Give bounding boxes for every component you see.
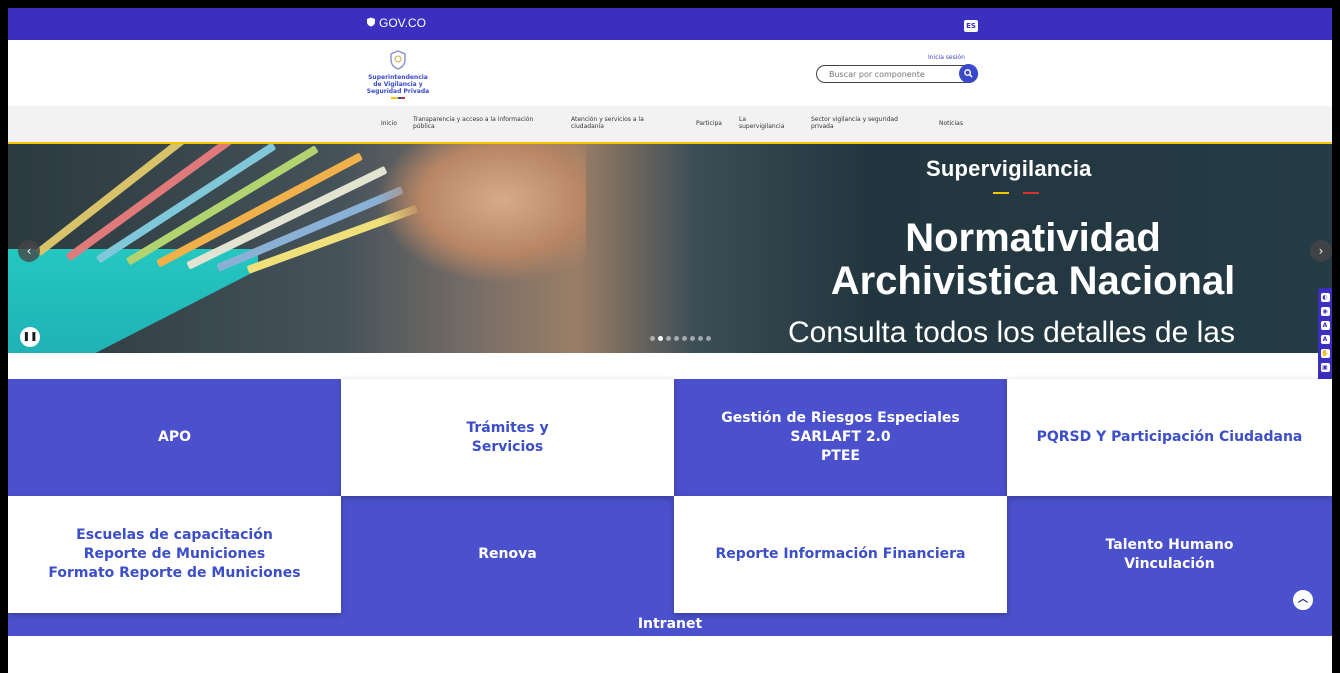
font-increase-icon[interactable]: A	[1320, 335, 1330, 344]
carousel-dot[interactable]	[706, 336, 711, 341]
carousel-prev-button[interactable]: ‹	[18, 240, 40, 262]
carousel-dot[interactable]	[666, 336, 671, 341]
hero-title: Normatividad Archivistica Nacional	[830, 216, 1236, 303]
grayscale-icon[interactable]: ◉	[1320, 307, 1330, 316]
carousel-pause-button[interactable]: ❚❚	[20, 327, 40, 347]
sign-language-icon[interactable]: ✋	[1320, 349, 1330, 358]
nav-item-supervigilancia[interactable]: La supervigilancia	[739, 116, 791, 130]
gov-co-bar: GOV.CO ES	[8, 8, 1332, 40]
gov-co-logo[interactable]: GOV.CO	[366, 16, 426, 30]
relevo-icon[interactable]: ▣	[1320, 363, 1330, 372]
carousel-dots	[650, 336, 711, 341]
hero-subtitle: Consulta todos los detalles de las	[788, 316, 1235, 349]
tile-escuelas[interactable]: Escuelas de capacitación Reporte de Munic…	[8, 496, 341, 613]
tile-tramites[interactable]: Trámites y Servicios	[341, 379, 674, 496]
font-decrease-icon[interactable]: A	[1320, 321, 1330, 330]
hero-carousel: Supervigilancia Normatividad Archivistic…	[8, 144, 1332, 353]
hero-brand: Supervigilancia	[926, 156, 1092, 181]
search-box	[816, 64, 978, 83]
chevron-up-icon: ︿	[1298, 594, 1308, 605]
main-nav: Inicio Transparencia y acceso a la infor…	[8, 106, 1332, 144]
carousel-dot[interactable]	[682, 336, 687, 341]
login-link[interactable]: Inicia sesión	[928, 54, 965, 61]
tile-renova[interactable]: Renova	[341, 496, 674, 613]
carousel-dot[interactable]	[690, 336, 695, 341]
nav-item-participa[interactable]: Participa	[696, 120, 730, 127]
carousel-next-button[interactable]: ›	[1310, 240, 1332, 262]
browser-page: GOV.CO ES Superintendencia de Vigilancia…	[8, 8, 1332, 673]
carousel-dot[interactable]	[650, 336, 655, 341]
tile-reporte-financiera[interactable]: Reporte Información Financiera	[674, 496, 1007, 613]
entity-logo[interactable]: Superintendencia de Vigilancia y Segurid…	[363, 50, 433, 99]
scroll-top-button[interactable]: ︿	[1291, 588, 1315, 612]
nav-item-inicio[interactable]: Inicio	[381, 120, 401, 127]
contrast-icon[interactable]: ◐	[1320, 293, 1330, 302]
pause-icon: ❚❚	[22, 332, 38, 342]
carousel-dot-active[interactable]	[658, 336, 663, 341]
search-icon	[964, 69, 973, 78]
tile-pqrsd[interactable]: PQRSD Y Participación Ciudadana	[1007, 379, 1332, 496]
search-button[interactable]	[959, 64, 978, 83]
shield-icon	[366, 16, 376, 30]
nav-item-transparencia[interactable]: Transparencia y acceso a la información …	[413, 116, 553, 130]
chevron-right-icon: ›	[1318, 244, 1324, 258]
quick-links-grid: APO Trámites y Servicios Gestión de Riesg…	[8, 379, 1332, 613]
carousel-dot[interactable]	[698, 336, 703, 341]
carousel-dot[interactable]	[674, 336, 679, 341]
entity-name: Superintendencia de Vigilancia y Segurid…	[366, 74, 430, 95]
intranet-bar[interactable]: Intranet	[8, 612, 1332, 636]
chevron-left-icon: ‹	[26, 244, 32, 258]
flag-strip	[391, 97, 405, 99]
tile-apo[interactable]: APO	[8, 379, 341, 496]
nav-item-sector[interactable]: Sector vigilancia y seguridad privada	[811, 116, 921, 130]
search-input[interactable]	[827, 69, 951, 80]
tile-talento-humano[interactable]: Talento Humano Vinculación	[1007, 496, 1332, 613]
coat-of-arms-icon	[390, 50, 406, 70]
site-header: Superintendencia de Vigilancia y Segurid…	[8, 40, 1332, 106]
nav-item-noticias[interactable]: Noticias	[939, 120, 969, 127]
language-button[interactable]: ES	[964, 20, 978, 32]
hero-dash-red	[1023, 192, 1039, 194]
hero-dash-yellow	[993, 192, 1009, 194]
tile-gestion-riesgos[interactable]: Gestión de Riesgos Especiales SARLAFT 2.0…	[674, 379, 1007, 496]
nav-item-atencion[interactable]: Atención y servicios a la ciudadanía	[571, 116, 663, 130]
gov-co-text: GOV.CO	[379, 16, 426, 30]
